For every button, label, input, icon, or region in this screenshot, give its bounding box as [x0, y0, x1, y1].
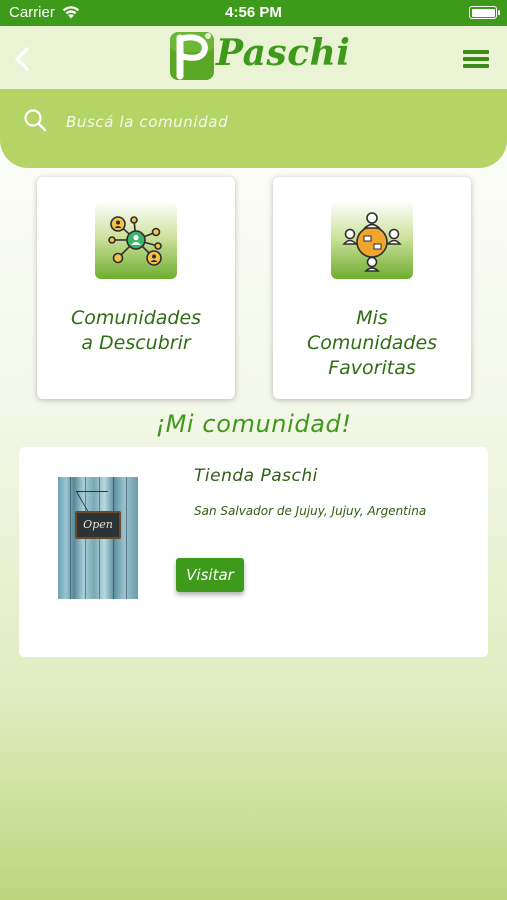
community-card: Open Tienda Paschi San Salvador de Jujuy…	[19, 447, 488, 657]
discover-communities-card[interactable]: Comunidades a Descubrir	[37, 177, 235, 399]
card-icon-tile	[95, 201, 177, 279]
section-title: ¡Mi comunidad!	[155, 410, 352, 438]
status-bar: Carrier 4:56 PM	[0, 0, 507, 26]
clock: 4:56 PM	[225, 4, 282, 21]
hamburger-menu-icon[interactable]	[463, 50, 489, 68]
card-label: Mis Comunidades Favoritas	[273, 306, 471, 381]
store-location: San Salvador de Jujuy, Jujuy, Argentina	[194, 504, 427, 518]
favorite-communities-card[interactable]: Mis Comunidades Favoritas	[273, 177, 471, 399]
search-bar	[0, 89, 507, 168]
logo-text: Paschi	[216, 32, 351, 74]
meeting-table-icon	[342, 212, 402, 272]
network-people-icon	[108, 216, 162, 266]
app-header: Paschi	[0, 26, 507, 89]
card-label-line: Comunidades	[306, 332, 438, 354]
card-label-line: Favoritas	[328, 357, 416, 379]
paschi-logo: Paschi	[168, 28, 351, 84]
card-label-line: Mis	[356, 307, 388, 329]
card-label-line: Comunidades	[70, 307, 202, 329]
card-label: Comunidades a Descubrir	[37, 306, 235, 356]
logo-mark-icon	[170, 32, 214, 80]
open-sign: Open	[75, 511, 121, 539]
store-name: Tienda Paschi	[194, 466, 318, 486]
card-icon-tile	[331, 201, 413, 279]
search-input[interactable]	[66, 109, 466, 135]
search-icon	[24, 109, 47, 132]
battery-icon	[469, 6, 500, 19]
card-label-line: a Descubrir	[81, 332, 191, 354]
visit-button[interactable]: Visitar	[176, 558, 244, 592]
back-arrow-icon[interactable]	[12, 45, 32, 73]
store-image: Open	[58, 477, 138, 599]
